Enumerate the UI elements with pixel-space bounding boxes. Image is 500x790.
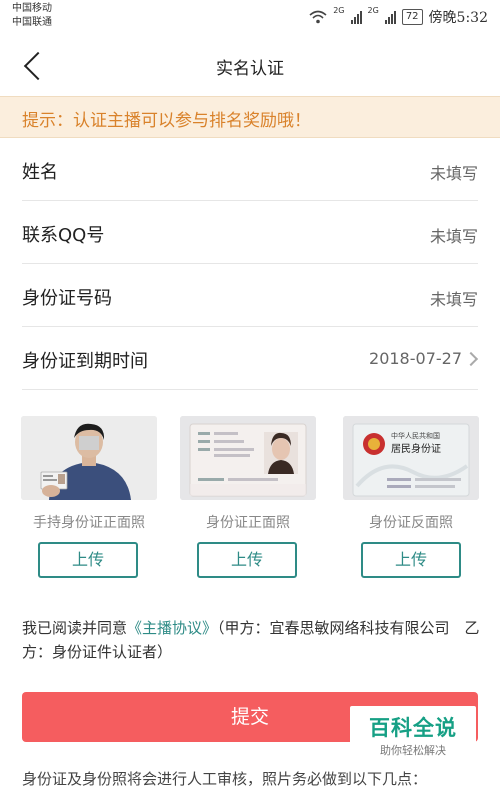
notice-banner: 提示：认证主播可以参与排名奖励哦！ (0, 96, 500, 138)
row-value: 未填写 (429, 290, 478, 309)
agreement-link[interactable]: 《主播协议》 (127, 619, 217, 637)
caption-id-front: 身份证正面照 (206, 515, 290, 531)
row-label: 身份证到期时间 (22, 351, 148, 372)
watermark-sub: 助你轻松解决 (380, 744, 446, 757)
carrier-info: 中国移动 中国联通 (12, 2, 52, 30)
person-holding-id-image (21, 416, 157, 500)
caption-id-back: 身份证反面照 (369, 515, 453, 531)
chevron-right-icon (463, 351, 479, 367)
row-value: 未填写 (429, 164, 478, 183)
signal-icon-1 (350, 10, 362, 24)
row-value: 未填写 (429, 227, 478, 246)
clock: 傍晚5:32 (428, 10, 488, 26)
id-back-line1: 中华人民共和国 (391, 431, 440, 440)
page-title: 实名认证 (216, 59, 284, 79)
id-card-front-image (180, 416, 316, 500)
row-label: 姓名 (22, 162, 58, 183)
row-id-number[interactable]: 身份证号码 未填写 (0, 264, 500, 326)
row-name[interactable]: 姓名 未填写 (0, 138, 500, 200)
photo-id-front[interactable] (180, 416, 316, 500)
status-icons: 2G 2G 72 傍晚5:32 (309, 6, 488, 28)
photo-holding-id[interactable] (21, 416, 157, 500)
upload-id-back-button[interactable]: 上传 (361, 542, 461, 578)
signal-icon-2 (384, 10, 396, 24)
photo-id-back[interactable]: 中华人民共和国 居民身份证 (343, 416, 479, 500)
caption-holding-id: 手持身份证正面照 (33, 515, 145, 531)
row-label: 身份证号码 (22, 288, 112, 309)
upload-id-front-button[interactable]: 上传 (197, 542, 297, 578)
id-card-back-image: 中华人民共和国 居民身份证 (343, 416, 479, 500)
row-qq[interactable]: 联系QQ号 未填写 (0, 201, 500, 263)
agreement-text: 我已阅读并同意《主播协议》（甲方：宜春思敏网络科技有限公司 乙方：身份证件认证者… (22, 616, 482, 664)
upload-holding-id-button[interactable]: 上传 (38, 542, 138, 578)
wifi-icon (309, 10, 327, 24)
notice-text: 提示：认证主播可以参与排名奖励哦！ (22, 111, 311, 131)
network-type-1: 2G (333, 6, 345, 15)
id-back-line2: 居民身份证 (391, 442, 441, 455)
watermark-logo: 百科全说 助你轻松解决 (350, 706, 476, 762)
status-bar: 中国移动 中国联通 2G 2G 72 傍晚5:32 (0, 0, 500, 36)
watermark-main: 百科全说 (369, 716, 457, 740)
row-label: 联系QQ号 (22, 225, 105, 246)
carrier-2: 中国联通 (12, 17, 52, 28)
footer-note: 身份证及身份照将会进行人工审核，照片务必做到以下几点： (22, 770, 428, 788)
network-type-2: 2G (367, 6, 379, 15)
battery-icon: 72 (401, 9, 423, 25)
divider (22, 389, 478, 390)
row-id-expiry[interactable]: 身份证到期时间 2018-07-27 (0, 327, 500, 389)
agreement-prefix: 我已阅读并同意 (22, 619, 128, 637)
row-value: 2018-07-27 (369, 349, 462, 368)
nav-bar: 实名认证 (0, 36, 500, 96)
carrier-1: 中国移动 (12, 3, 52, 14)
